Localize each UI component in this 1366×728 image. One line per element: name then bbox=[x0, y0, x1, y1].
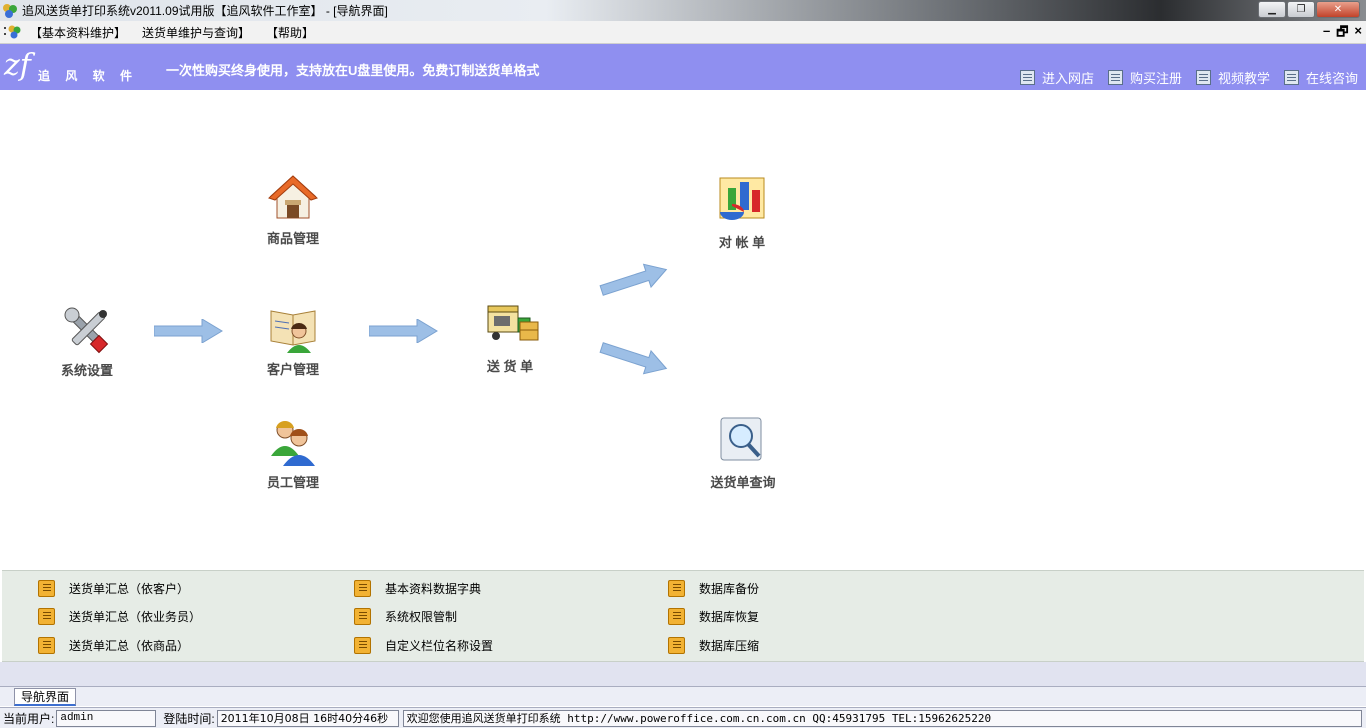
flow-arrow bbox=[369, 319, 438, 343]
nav-system-settings[interactable]: 系统设置 bbox=[37, 304, 137, 379]
tab-navigation[interactable]: 导航界面 bbox=[14, 688, 77, 706]
close-icon: ✕ bbox=[1333, 4, 1343, 15]
report-icon bbox=[38, 580, 55, 597]
house-icon bbox=[267, 172, 319, 224]
menu-bar: 【基本资料维护】 送货单维护与查询】 【帮助】 – 🗗 × bbox=[0, 21, 1366, 44]
quick-link-label: 送货单汇总（依商品） bbox=[69, 639, 190, 653]
quick-summary-by-customer[interactable]: 送货单汇总（依客户） bbox=[38, 580, 189, 597]
document-icon bbox=[1283, 70, 1299, 85]
nav-system-settings-label: 系统设置 bbox=[60, 363, 113, 378]
quick-link-label: 数据库压缩 bbox=[699, 639, 760, 653]
status-bar: 当前用户: admin 登陆时间: 2011年10月08日 16时40分46秒 … bbox=[0, 707, 1366, 728]
quick-link-label: 数据库备份 bbox=[699, 582, 760, 596]
nav-delivery-note[interactable]: 送 货 单 bbox=[460, 300, 560, 375]
quick-summary-by-goods[interactable]: 送货单汇总（依商品） bbox=[38, 637, 189, 654]
quick-links-panel: 送货单汇总（依客户） 送货单汇总（依业务员） 送货单汇总（依商品） 基本资料数据… bbox=[2, 570, 1364, 662]
nav-statement[interactable]: 对 帐 单 bbox=[692, 176, 792, 251]
link-video-tutorial[interactable]: 视频教学 bbox=[1195, 68, 1270, 87]
quick-link-label: 数据库恢复 bbox=[699, 610, 760, 624]
quick-link-label: 基本资料数据字典 bbox=[385, 582, 482, 596]
restore-icon: ❐ bbox=[1296, 4, 1306, 15]
document-icon bbox=[1019, 70, 1035, 85]
link-label: 视频教学 bbox=[1217, 71, 1270, 86]
login-time-label: 登陆时间: bbox=[163, 711, 215, 726]
delivery-truck-icon bbox=[484, 300, 539, 352]
nav-staff-management[interactable]: 员工管理 bbox=[243, 416, 343, 491]
logo-icon: zf bbox=[4, 48, 31, 83]
link-label: 进入网店 bbox=[1041, 71, 1094, 86]
app-icon bbox=[2, 3, 18, 19]
chart-report-icon bbox=[716, 176, 768, 228]
nav-delivery-query-label: 送货单查询 bbox=[710, 475, 776, 490]
login-time-value: 2011年10月08日 16时40分46秒 bbox=[216, 709, 399, 727]
close-button[interactable]: ✕ bbox=[1316, 1, 1360, 18]
mdi-minimize-icon[interactable]: – bbox=[1323, 23, 1330, 45]
current-user-value: admin bbox=[56, 709, 157, 727]
link-enter-shop[interactable]: 进入网店 bbox=[1019, 68, 1094, 87]
report-icon bbox=[668, 580, 685, 597]
report-icon bbox=[38, 637, 55, 654]
report-icon bbox=[354, 637, 371, 654]
mdi-background bbox=[0, 662, 1366, 688]
current-user-label: 当前用户: bbox=[3, 711, 55, 726]
customer-book-icon bbox=[267, 303, 319, 355]
link-label: 在线咨询 bbox=[1305, 71, 1358, 86]
nav-customer-label: 客户管理 bbox=[266, 362, 319, 377]
users-icon bbox=[267, 416, 319, 468]
quick-db-backup[interactable]: 数据库备份 bbox=[668, 580, 759, 597]
welcome-message: 欢迎您使用追风送货单打印系统 http://www.poweroffice.co… bbox=[402, 709, 1362, 727]
document-icon bbox=[1107, 70, 1123, 85]
report-icon bbox=[354, 580, 371, 597]
report-icon bbox=[668, 608, 685, 625]
nav-customer-management[interactable]: 客户管理 bbox=[243, 303, 343, 378]
nav-statement-label: 对 帐 单 bbox=[718, 235, 766, 250]
minimize-button[interactable]: ▁ bbox=[1258, 1, 1286, 18]
minimize-icon: ▁ bbox=[1268, 4, 1276, 15]
quick-summary-by-salesman[interactable]: 送货单汇总（依业务员） bbox=[38, 608, 201, 625]
quick-link-label: 送货单汇总（依客户） bbox=[69, 582, 190, 596]
logo-text: 追 风 软 件 bbox=[38, 69, 139, 83]
link-label: 购买注册 bbox=[1129, 71, 1182, 86]
nav-staff-label: 员工管理 bbox=[266, 475, 319, 490]
report-icon bbox=[38, 608, 55, 625]
nav-goods-management[interactable]: 商品管理 bbox=[243, 172, 343, 247]
mdi-child-icon[interactable] bbox=[4, 24, 22, 40]
window-tabs: 导航界面 bbox=[0, 686, 1366, 706]
maximize-button[interactable]: ❐ bbox=[1287, 1, 1315, 18]
flow-arrow bbox=[154, 319, 223, 343]
link-buy-register[interactable]: 购买注册 bbox=[1107, 68, 1182, 87]
quick-custom-fields[interactable]: 自定义栏位名称设置 bbox=[354, 637, 493, 654]
quick-link-label: 系统权限管制 bbox=[385, 610, 458, 624]
tools-icon bbox=[61, 304, 113, 356]
mdi-restore-icon[interactable]: 🗗 bbox=[1336, 23, 1348, 45]
menu-help[interactable]: 【帮助】 bbox=[258, 24, 322, 41]
nav-delivery-query[interactable]: 送货单查询 bbox=[693, 416, 793, 491]
flow-arrow-down bbox=[599, 342, 668, 375]
menu-basic-data[interactable]: 【基本资料维护】 bbox=[22, 24, 134, 41]
report-icon bbox=[668, 637, 685, 654]
header-banner: zf 追 风 软 件 一次性购买终身使用，支持放在U盘里使用。免费订制送货单格式… bbox=[0, 44, 1366, 90]
report-icon bbox=[354, 608, 371, 625]
document-icon bbox=[1195, 70, 1211, 85]
title-bar: 追风送货单打印系统v2011.09试用版【追风软件工作室】 - [导航界面] ▁… bbox=[0, 0, 1366, 21]
nav-goods-label: 商品管理 bbox=[266, 231, 319, 246]
link-online-consult[interactable]: 在线咨询 bbox=[1283, 68, 1358, 87]
window-title: 追风送货单打印系统v2011.09试用版【追风软件工作室】 - [导航界面] bbox=[22, 4, 388, 18]
flow-arrow-up bbox=[599, 263, 668, 296]
slogan: 一次性购买终身使用，支持放在U盘里使用。免费订制送货单格式 bbox=[166, 63, 540, 78]
quick-permissions[interactable]: 系统权限管制 bbox=[354, 608, 457, 625]
quick-db-restore[interactable]: 数据库恢复 bbox=[668, 608, 759, 625]
magnifier-icon bbox=[717, 416, 769, 468]
navigation-panel: 商品管理 对 帐 单 系统设置 客户管理 送 货 单 员工管理 送货单查询 bbox=[0, 90, 1366, 570]
quick-link-label: 自定义栏位名称设置 bbox=[385, 639, 494, 653]
nav-delivery-note-label: 送 货 单 bbox=[486, 359, 534, 374]
quick-link-label: 送货单汇总（依业务员） bbox=[69, 610, 202, 624]
menu-delivery-maintenance[interactable]: 送货单维护与查询】 bbox=[134, 24, 258, 41]
quick-data-dictionary[interactable]: 基本资料数据字典 bbox=[354, 580, 481, 597]
mdi-close-icon[interactable]: × bbox=[1354, 23, 1362, 45]
quick-db-compact[interactable]: 数据库压缩 bbox=[668, 637, 759, 654]
